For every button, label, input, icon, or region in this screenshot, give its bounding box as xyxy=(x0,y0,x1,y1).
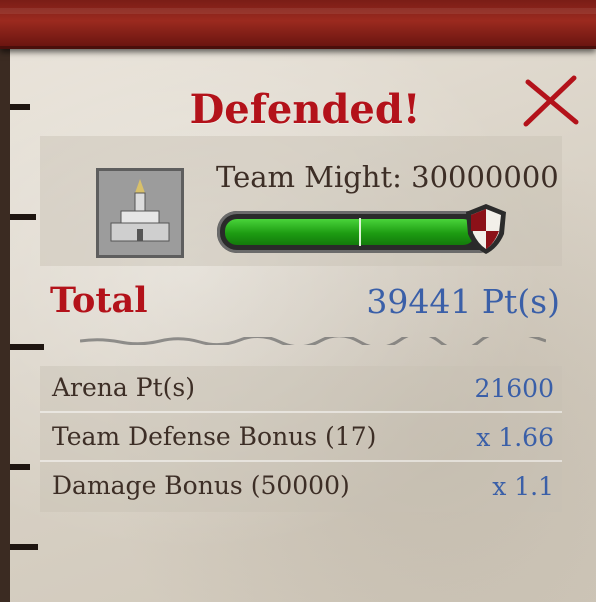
torn-edge xyxy=(10,214,36,220)
stat-label: Arena Pt(s) xyxy=(52,373,195,402)
shield-icon xyxy=(466,204,506,254)
top-banner xyxy=(0,0,596,49)
progress-marker xyxy=(359,218,361,246)
torn-edge xyxy=(10,344,44,350)
stat-value: x 1.66 xyxy=(476,423,554,452)
team-might-label: Team Might: 30000000 xyxy=(216,160,559,194)
divider xyxy=(80,337,546,345)
total-value: 39441 Pt(s) xyxy=(366,282,560,321)
stat-row-arena: Arena Pt(s) 21600 xyxy=(40,367,562,413)
dialog-title: Defended! xyxy=(189,86,421,133)
stat-value: 21600 xyxy=(474,374,554,403)
might-progress-fill xyxy=(225,219,475,245)
stat-value: x 1.1 xyxy=(492,472,554,501)
torn-edge xyxy=(10,104,30,110)
torn-edge xyxy=(10,544,38,550)
might-progress-bar xyxy=(217,211,499,253)
stat-label: Damage Bonus (50000) xyxy=(52,471,350,500)
castle-icon xyxy=(96,168,184,258)
torn-edge xyxy=(10,464,30,470)
stat-row-damage: Damage Bonus (50000) x 1.1 xyxy=(40,465,562,509)
total-label: Total xyxy=(50,280,148,321)
close-icon[interactable] xyxy=(520,72,582,132)
stat-label: Team Defense Bonus (17) xyxy=(52,422,377,451)
stat-row-team-defense: Team Defense Bonus (17) x 1.66 xyxy=(40,416,562,462)
